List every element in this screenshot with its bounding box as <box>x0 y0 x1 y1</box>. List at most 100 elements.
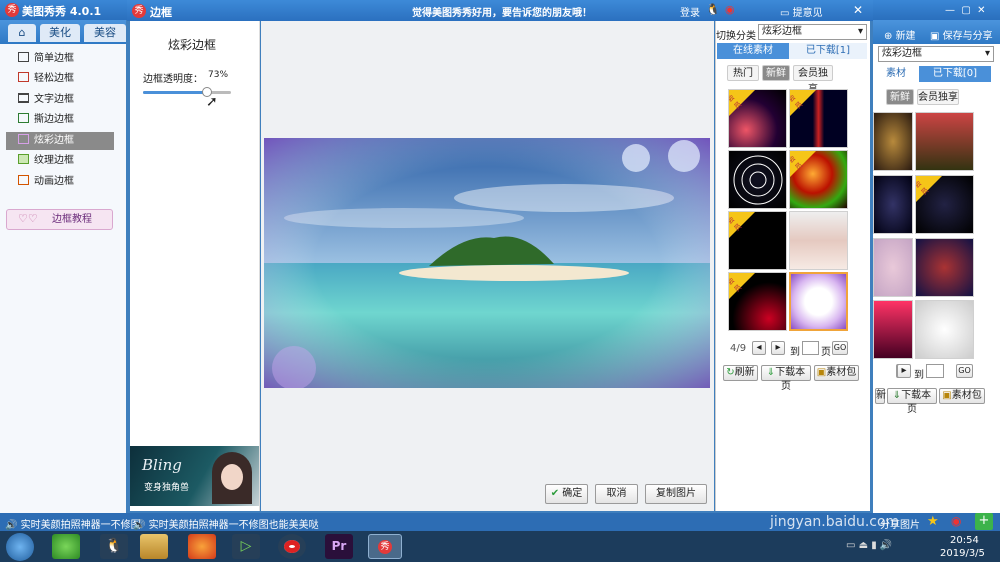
weibo-icon[interactable]: ◉ <box>725 3 735 16</box>
slogan-link[interactable]: 觉得美图秀秀好用，要告诉您的朋友哦！ <box>412 4 592 19</box>
dialog-close-button[interactable]: ✕ <box>853 3 863 17</box>
side-item-easy[interactable]: 轻松边框 <box>18 70 74 88</box>
category-select[interactable]: 炫彩边框 ▾ <box>758 24 867 40</box>
right-category-value: 炫彩边框 <box>882 48 922 59</box>
material-thumb[interactable]: 会员 <box>789 89 848 148</box>
taskbar-360-icon[interactable] <box>52 534 80 559</box>
side-item-animated[interactable]: 动画边框 <box>18 173 74 191</box>
frame-icon <box>18 72 29 82</box>
subtab-vip[interactable]: 会员独享 <box>793 65 833 95</box>
taskbar-record-icon[interactable] <box>278 534 306 559</box>
material-thumb[interactable]: 会员 <box>728 89 787 148</box>
confirm-button[interactable]: ✔ 确定 <box>545 484 588 504</box>
left-arrow-icon: ◂ <box>756 342 762 353</box>
confirm-label: 确定 <box>562 488 583 499</box>
login-link[interactable]: 登录 <box>680 4 700 19</box>
right-category-select[interactable]: 炫彩边框 ▾ <box>878 46 994 62</box>
material-thumb[interactable]: 会员 <box>728 211 787 270</box>
home-tab[interactable]: ⌂ <box>8 24 36 42</box>
next-page-button[interactable]: ▸ <box>771 341 785 355</box>
right-subtab-new[interactable]: 新鲜 <box>886 89 914 105</box>
side-item-colorful[interactable]: 炫彩边框 <box>18 132 74 150</box>
taskbar-firefox-icon[interactable] <box>188 534 216 559</box>
material-thumb[interactable]: 会员 <box>789 150 848 209</box>
taskbar-qq-icon[interactable]: 🐧 <box>100 534 128 559</box>
frame-icon <box>18 93 29 103</box>
category-label: 切换分类 <box>716 31 756 42</box>
tray-icons[interactable]: ▭ ⏏ ▮ 🔊 <box>846 540 892 551</box>
right-next-page-button[interactable]: ▸ <box>897 364 911 378</box>
star-icon[interactable]: ★ <box>927 514 939 529</box>
material-thumb[interactable]: 会员 <box>728 272 787 331</box>
tab-beauty[interactable]: 美容 <box>84 24 126 42</box>
right-subtab-vip[interactable]: 会员独享 <box>917 89 959 105</box>
side-item-simple[interactable]: 简单边框 <box>18 50 74 68</box>
right-thumb[interactable] <box>873 175 913 234</box>
taskbar-premiere-icon[interactable]: Pr <box>325 534 353 559</box>
category-value: 炫彩边框 <box>762 26 802 37</box>
qq-icon[interactable]: 🐧 <box>706 3 720 16</box>
save-share-label: 保存与分享 <box>942 31 993 42</box>
right-thumb[interactable]: 会员 <box>915 175 974 234</box>
status-left-ad[interactable]: 🔊 实时美颜拍照神器一不修图 <box>5 516 141 531</box>
add-icon[interactable]: + <box>975 513 993 530</box>
vip-badge: 会员 <box>915 179 931 197</box>
copy-image-button[interactable]: 复制图片 <box>645 484 707 504</box>
right-thumb[interactable] <box>873 238 913 297</box>
right-thumb[interactable] <box>915 300 974 359</box>
tab-online-material[interactable]: 在线素材 <box>717 43 789 59</box>
vip-badge: 会员 <box>728 276 744 294</box>
material-pack-label: 素材包 <box>826 367 857 378</box>
right-tab-online[interactable]: 素材 <box>873 66 919 82</box>
vip-badge: 会员 <box>789 154 805 172</box>
download-page-button[interactable]: ⇓下载本页 <box>761 365 811 392</box>
weibo-icon[interactable]: ◉ <box>951 514 961 528</box>
right-tab-downloaded[interactable]: 已下载[0] <box>919 66 991 82</box>
clock-time: 20:54 <box>950 535 979 546</box>
right-page-input[interactable] <box>926 364 944 378</box>
frame-icon <box>18 154 29 164</box>
prev-page-button[interactable]: ◂ <box>752 341 766 355</box>
tab-downloaded[interactable]: 已下载[1] <box>789 43 867 59</box>
side-item-torn[interactable]: 撕边边框 <box>18 111 74 129</box>
go-button[interactable]: GO <box>832 341 848 355</box>
page-input[interactable] <box>802 341 819 355</box>
ad-text: 变身独角兽 <box>144 483 190 493</box>
right-download-page-button[interactable]: ⇓下载本页 <box>887 388 937 415</box>
save-share-button[interactable]: ▣ 保存与分享 <box>930 27 993 42</box>
side-item-label: 撕边边框 <box>34 114 74 125</box>
window-controls[interactable]: — ▢ ✕ <box>945 5 986 16</box>
frame-icon <box>18 175 29 185</box>
right-thumb[interactable] <box>915 112 974 171</box>
right-thumb[interactable] <box>915 238 974 297</box>
dialog-settings-panel <box>130 21 260 511</box>
right-go-button[interactable]: GO <box>956 364 973 378</box>
suggest-label: 提意见 <box>792 8 823 19</box>
start-button[interactable] <box>6 533 34 561</box>
material-thumb[interactable] <box>728 150 787 209</box>
side-item-text[interactable]: 文字边框 <box>18 91 74 109</box>
right-refresh-button[interactable]: 新 <box>875 388 886 404</box>
taskbar-meitu-icon[interactable]: 秀 <box>368 534 402 559</box>
subtab-new[interactable]: 新鲜 <box>762 65 790 81</box>
right-material-pack-button[interactable]: ▣素材包 <box>939 388 985 404</box>
right-thumb[interactable] <box>873 300 913 359</box>
home-icon: ⌂ <box>18 26 26 39</box>
ad-banner[interactable]: Bling 变身独角兽 <box>130 446 259 506</box>
new-button[interactable]: ⊕ 新建 <box>884 27 916 42</box>
material-pack-button[interactable]: ▣素材包 <box>814 365 859 381</box>
refresh-button[interactable]: ↻刷新 <box>723 365 758 381</box>
material-thumb-selected[interactable] <box>789 272 848 331</box>
taskbar-folder-icon[interactable] <box>140 534 168 559</box>
taskbar-player-icon[interactable]: ▷ <box>232 534 260 559</box>
tab-beautify[interactable]: 美化 <box>40 24 80 42</box>
opacity-slider-fill <box>143 91 208 94</box>
status-ad[interactable]: 🔊 实时美颜拍照神器一不修图也能美美哒 <box>133 516 319 531</box>
subtab-hot[interactable]: 热门 <box>727 65 759 81</box>
material-thumb[interactable] <box>789 211 848 270</box>
right-thumb[interactable] <box>873 112 913 171</box>
cancel-button[interactable]: 取消 <box>595 484 638 504</box>
suggest-link[interactable]: ▭ 提意见 <box>780 4 823 19</box>
chevron-down-icon: ▾ <box>857 26 863 37</box>
side-item-texture[interactable]: 纹理边框 <box>18 152 74 170</box>
